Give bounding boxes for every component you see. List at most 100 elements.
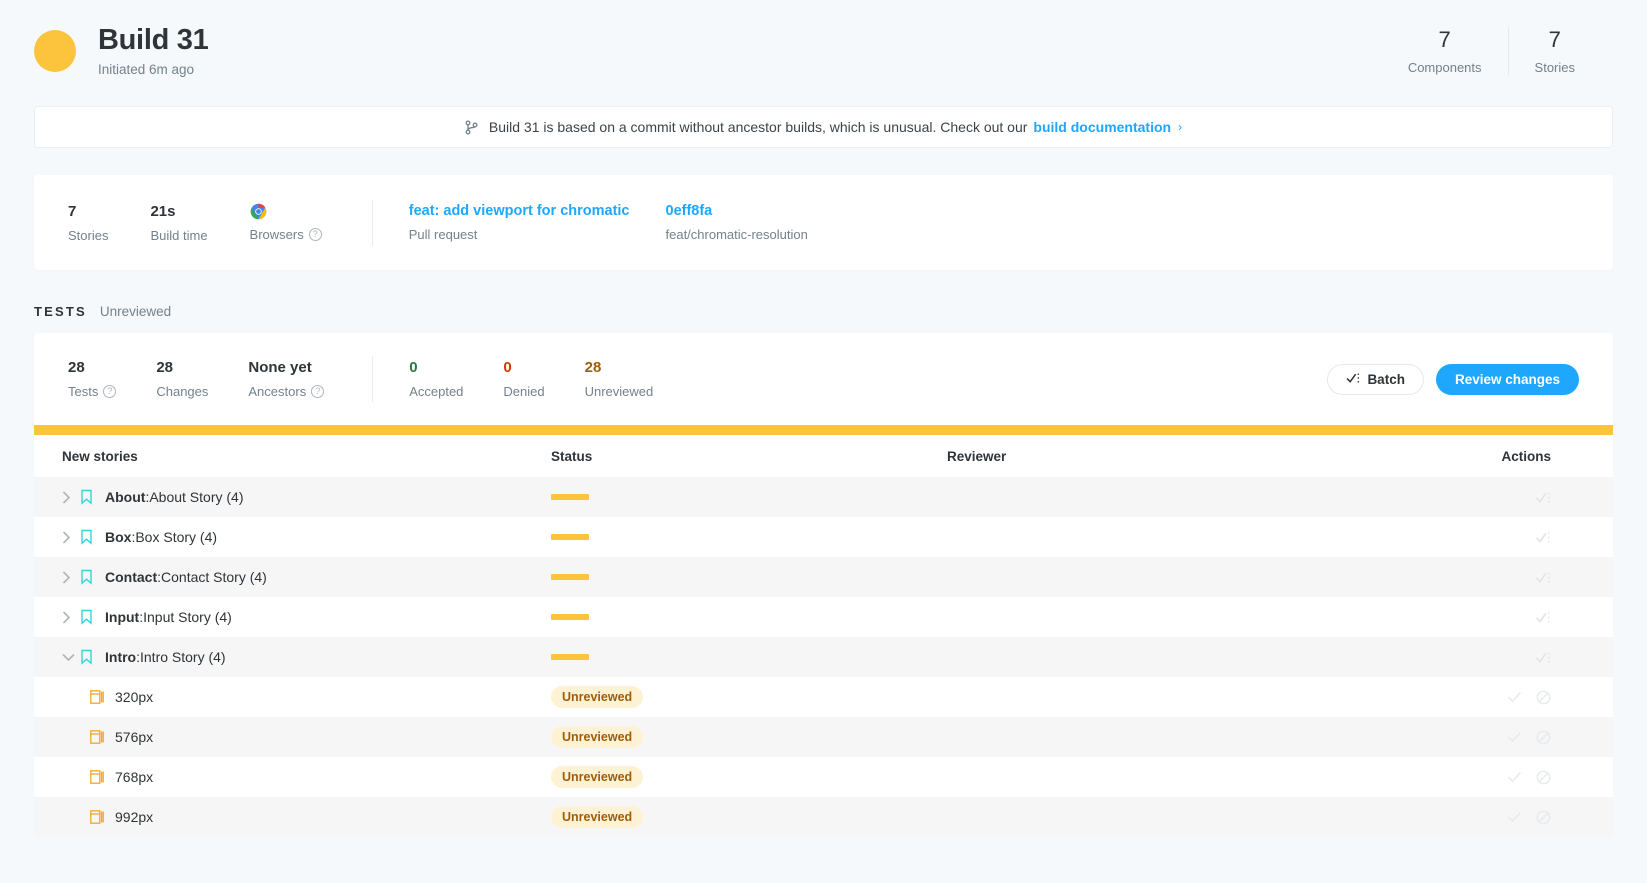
viewport-icon [90, 730, 104, 744]
pull-request-label: Pull request [408, 227, 478, 243]
table-row[interactable]: Contact:Contact Story (4) [34, 557, 1613, 597]
commit-hash-link[interactable]: 0eff8fa [666, 203, 808, 220]
deny-icon[interactable] [1536, 690, 1551, 705]
story-label: Intro:Intro Story (4) [105, 649, 226, 665]
build-initiated-time: Initiated 6m ago [98, 62, 195, 78]
viewport-label: 320px [115, 689, 154, 705]
chevron-right-icon[interactable] [62, 490, 78, 504]
chevron-right-icon[interactable] [62, 570, 78, 584]
pull-request-block: feat: add viewport for chromatic Pull re… [409, 203, 630, 242]
tests-count-label: Tests ? [68, 384, 117, 399]
bookmark-icon [80, 569, 93, 585]
row-name-cell: 768px [34, 769, 551, 785]
viewport-icon [90, 810, 104, 824]
denied-label: Denied [503, 384, 545, 399]
row-status-cell: Unreviewed [551, 806, 947, 828]
counter-tests: 28 Tests ? [68, 359, 117, 399]
viewport-label: 768px [115, 769, 154, 785]
pull-request-link[interactable]: feat: add viewport for chromatic [409, 203, 630, 220]
notice-text: Build 31 is based on a commit without an… [488, 119, 1028, 135]
table-row[interactable]: Intro:Intro Story (4) [34, 637, 1613, 677]
table-row[interactable]: 768px Unreviewed [34, 757, 1613, 797]
build-progress-bar [34, 425, 1613, 435]
row-actions-cell [1335, 571, 1585, 584]
info-build-time-value: 21s [150, 202, 176, 220]
status-progress-bar [551, 654, 589, 660]
batch-accept-icon[interactable] [1535, 571, 1551, 584]
tests-label-text: Tests [68, 384, 99, 399]
help-icon[interactable]: ? [103, 385, 117, 398]
batch-accept-icon[interactable] [1535, 651, 1551, 664]
row-status-cell [551, 614, 947, 620]
commit-block: 0eff8fa feat/chromatic-resolution [666, 203, 808, 242]
status-progress-bar [551, 494, 589, 500]
viewport-label: 992px [115, 809, 154, 825]
chevron-down-icon[interactable] [62, 653, 78, 662]
row-status-cell [551, 574, 947, 580]
info-stat-browsers: Browsers ? [250, 203, 322, 242]
branch-icon [465, 120, 478, 135]
chevron-right-icon: › [1178, 120, 1183, 134]
batch-accept-icon[interactable] [1535, 531, 1551, 544]
tests-heading-state: Unreviewed [99, 304, 172, 319]
accept-check-icon[interactable] [1507, 691, 1522, 703]
accept-check-icon[interactable] [1507, 811, 1522, 823]
batch-accept-icon[interactable] [1535, 611, 1551, 624]
unreviewed-label: Unreviewed [584, 384, 654, 399]
info-stories-label: Stories [68, 227, 109, 243]
info-divider [371, 199, 373, 246]
story-label: Box:Box Story (4) [105, 529, 218, 545]
row-status-cell [551, 494, 947, 500]
table-row[interactable]: 576px Unreviewed [34, 717, 1613, 757]
table-header-row: New stories Status Reviewer Actions [34, 435, 1613, 477]
info-build-time-label: Build time [150, 227, 208, 243]
unreviewed-count: 28 [584, 359, 602, 376]
accept-check-icon[interactable] [1507, 731, 1522, 743]
deny-icon[interactable] [1536, 770, 1551, 785]
review-changes-button[interactable]: Review changes [1435, 363, 1579, 395]
tests-card-actions: Batch Review changes [1327, 363, 1579, 395]
accept-check-icon[interactable] [1507, 771, 1522, 783]
accepted-count: 0 [409, 359, 418, 376]
table-row[interactable]: 320px Unreviewed [34, 677, 1613, 717]
status-badge: Unreviewed [551, 686, 644, 708]
column-header-actions: Actions [1501, 448, 1551, 464]
story-label: About:About Story (4) [105, 489, 244, 505]
counter-accepted: 0 Accepted [409, 359, 463, 399]
chrome-icon [250, 203, 267, 220]
chevron-right-icon[interactable] [62, 530, 78, 544]
changes-label: Changes [156, 384, 209, 399]
row-actions-cell [1335, 770, 1585, 785]
row-actions-cell [1335, 531, 1585, 544]
table-row[interactable]: Input:Input Story (4) [34, 597, 1613, 637]
deny-icon[interactable] [1536, 730, 1551, 745]
column-header-reviewer: Reviewer [947, 448, 1007, 464]
deny-icon[interactable] [1536, 810, 1551, 825]
row-name-cell: 576px [34, 729, 551, 745]
build-info-card: 7 Stories 21s Build time Browsers ? feat… [34, 175, 1613, 270]
row-status-cell [551, 654, 947, 660]
bookmark-icon [80, 649, 93, 665]
browsers-label: Browsers [249, 227, 304, 242]
table-row[interactable]: About:About Story (4) [34, 477, 1613, 517]
tests-heading: TESTS Unreviewed [34, 304, 1613, 319]
help-icon[interactable]: ? [311, 385, 325, 398]
header-stat-stories: 7 Stories [1507, 26, 1601, 76]
batch-check-icon [1346, 372, 1360, 387]
bookmark-icon [80, 489, 93, 505]
row-actions-cell [1335, 730, 1585, 745]
branch-name: feat/chromatic-resolution [665, 227, 808, 243]
tests-heading-label: TESTS [34, 304, 87, 319]
column-header-new-stories: New stories [62, 448, 138, 464]
row-name-cell: About:About Story (4) [34, 489, 551, 505]
table-row[interactable]: Box:Box Story (4) [34, 517, 1613, 557]
batch-button[interactable]: Batch [1327, 363, 1424, 395]
batch-accept-icon[interactable] [1535, 491, 1551, 504]
denied-count: 0 [503, 359, 512, 376]
row-name-cell: Input:Input Story (4) [34, 609, 551, 625]
help-icon[interactable]: ? [308, 228, 322, 241]
chevron-right-icon[interactable] [62, 610, 78, 624]
ancestor-build-notice: Build 31 is based on a commit without an… [34, 106, 1613, 148]
table-row[interactable]: 992px Unreviewed [34, 797, 1613, 837]
build-documentation-link[interactable]: build documentation [1033, 119, 1171, 135]
